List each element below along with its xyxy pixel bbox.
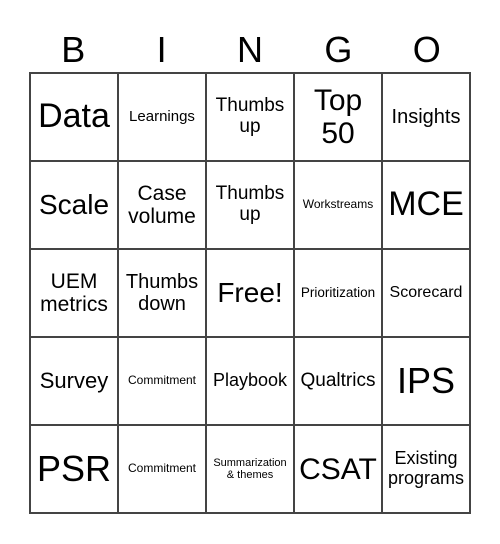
bingo-cell[interactable]: Scorecard <box>382 249 470 337</box>
bingo-cell[interactable]: IPS <box>382 337 470 425</box>
free-space-cell[interactable]: Free! <box>206 249 294 337</box>
bingo-cell[interactable]: Thumbs down <box>118 249 206 337</box>
bingo-cell[interactable]: Summarization & themes <box>206 425 294 513</box>
bingo-cell[interactable]: Insights <box>382 73 470 161</box>
header-letter-b: B <box>61 29 86 70</box>
bingo-cell[interactable]: Playbook <box>206 337 294 425</box>
bingo-cell[interactable]: UEM metrics <box>30 249 118 337</box>
bingo-header: B I N G O <box>29 28 471 72</box>
header-letter-g: G <box>324 29 353 70</box>
bingo-cell[interactable]: Workstreams <box>294 161 382 249</box>
bingo-cell[interactable]: Qualtrics <box>294 337 382 425</box>
bingo-cell[interactable]: MCE <box>382 161 470 249</box>
bingo-cell[interactable]: Top 50 <box>294 73 382 161</box>
bingo-cell[interactable]: CSAT <box>294 425 382 513</box>
bingo-cell[interactable]: Commitment <box>118 425 206 513</box>
bingo-grid: Data Learnings Thumbs up Top 50 Insights Scal… <box>29 72 471 514</box>
bingo-cell[interactable]: Data <box>30 73 118 161</box>
bingo-cell[interactable]: Learnings <box>118 73 206 161</box>
bingo-cell[interactable]: Prioritization <box>294 249 382 337</box>
header-letter-o: O <box>412 29 441 70</box>
bingo-cell[interactable]: Case volume <box>118 161 206 249</box>
bingo-cell[interactable]: Thumbs up <box>206 161 294 249</box>
bingo-cell[interactable]: Existing programs <box>382 425 470 513</box>
header-letter-n: N <box>236 29 263 70</box>
bingo-cell[interactable]: Scale <box>30 161 118 249</box>
bingo-cell[interactable]: Commitment <box>118 337 206 425</box>
header-letter-i: I <box>156 29 167 70</box>
bingo-cell[interactable]: Thumbs up <box>206 73 294 161</box>
bingo-cell[interactable]: PSR <box>30 425 118 513</box>
bingo-cell[interactable]: Survey <box>30 337 118 425</box>
